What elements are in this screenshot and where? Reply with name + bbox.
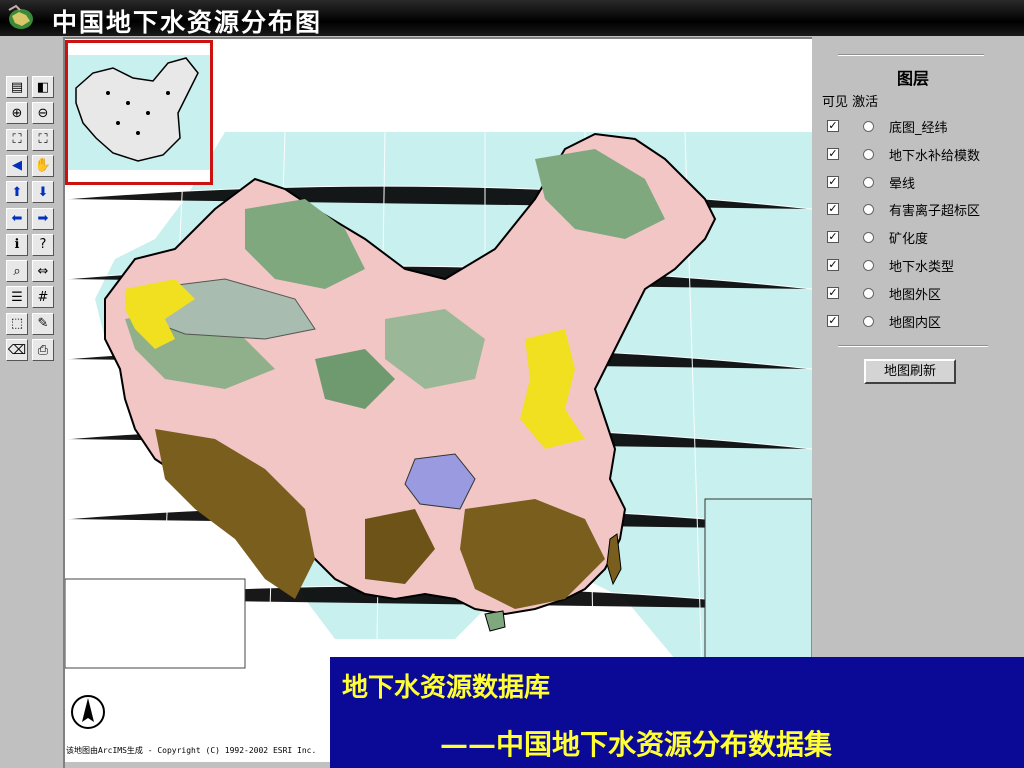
query-icon: ? <box>39 237 47 253</box>
pan-north-icon: ⬆ <box>11 184 23 200</box>
select-rect-button[interactable]: ⬚ <box>6 312 28 335</box>
zoom-full-icon: ⛶ <box>12 132 22 148</box>
layer-label: 矿化度 <box>889 232 929 248</box>
window-title: 中国地下水资源分布图 <box>52 8 323 37</box>
column-visible: 可见 <box>822 95 849 110</box>
grid-button[interactable]: # <box>32 286 54 309</box>
pan-east-icon: ➡ <box>37 211 49 226</box>
pan-south-icon: ⬇ <box>37 184 49 200</box>
layers-panel: 图层 可见 激活 ✓ 底图_经纬 ✓ 地下水补给模数 ✓ 晕线 ✓ 有害离子超标区 ✓ 矿化度 ✓ 地… <box>814 37 1024 657</box>
caption-box: 地下水资源数据库 ——中国地下水资源分布数据集 <box>330 657 1024 768</box>
legend-toggle-button[interactable]: ▤ <box>6 76 28 98</box>
layer-active-radio[interactable] <box>863 176 874 188</box>
pan-north-button[interactable]: ⬆ <box>6 181 28 204</box>
pan-hand-icon: ✋ <box>34 158 52 174</box>
pan-east-button[interactable]: ➡ <box>32 207 54 230</box>
legend-toggle-icon: ▤ <box>10 79 24 95</box>
back-extent-button[interactable]: ◀ <box>6 154 28 177</box>
layer-label: 晕线 <box>889 176 916 192</box>
measure-button[interactable]: ⇔ <box>32 260 54 283</box>
layer-active-radio[interactable] <box>863 121 874 132</box>
north-arrow-icon <box>71 695 105 729</box>
identify-button[interactable]: ℹ <box>6 233 28 256</box>
overview-canvas <box>68 43 210 182</box>
clear-selection-icon: ⌫ <box>7 342 27 358</box>
buffer-button[interactable]: ☰ <box>6 286 28 309</box>
caption-title: 地下水资源数据库 <box>342 673 551 703</box>
clear-selection-button[interactable]: ⌫ <box>6 339 28 361</box>
layer-visible-checkbox[interactable]: ✓ <box>827 314 839 327</box>
zoom-out-button[interactable]: ⊖ <box>32 102 54 125</box>
zoom-active-button[interactable]: ⛶ <box>32 128 54 151</box>
layer-label: 地图内区 <box>889 315 942 331</box>
pan-west-icon: ⬅ <box>11 211 23 226</box>
layer-visible-checkbox[interactable]: ✓ <box>827 231 839 244</box>
zoom-full-button[interactable]: ⛶ <box>6 128 28 151</box>
map-blank-area <box>65 578 246 669</box>
measure-icon: ⇔ <box>37 263 49 279</box>
layer-label: 地下水类型 <box>889 260 955 275</box>
south-sea-inset <box>704 498 812 660</box>
refresh-map-button[interactable]: 地图刷新 <box>864 359 956 384</box>
find-button[interactable]: ⌕ <box>6 260 28 283</box>
globe-logo-icon <box>8 4 33 29</box>
layer-active-radio[interactable] <box>863 232 874 244</box>
select-point-button[interactable]: ✎ <box>32 312 54 335</box>
layer-active-radio[interactable] <box>863 260 874 271</box>
layer-label: 有害离子超标区 <box>889 204 981 220</box>
identify-icon: ℹ <box>14 237 20 253</box>
pan-south-button[interactable]: ⬇ <box>32 181 54 204</box>
print-button[interactable]: ⎙ <box>32 339 54 361</box>
pan-west-button[interactable]: ⬅ <box>6 207 28 230</box>
pan-hand-button[interactable]: ✋ <box>32 154 54 177</box>
overview-map[interactable] <box>65 40 213 185</box>
layer-visible-checkbox[interactable]: ✓ <box>827 175 839 188</box>
layer-visible-checkbox[interactable]: ✓ <box>827 286 839 299</box>
divider <box>838 54 984 56</box>
layer-visible-checkbox[interactable]: ✓ <box>827 120 839 132</box>
find-icon: ⌕ <box>13 263 21 279</box>
grid-icon: # <box>37 289 49 305</box>
layer-active-radio[interactable] <box>863 148 874 160</box>
zoom-active-icon: ⛶ <box>38 132 48 148</box>
caption-subtitle: ——中国地下水资源分布数据集 <box>440 728 833 761</box>
layer-active-radio[interactable] <box>863 204 874 216</box>
layer-label: 底图_经纬 <box>889 121 948 136</box>
layers-column-headers: 可见 激活 <box>822 91 878 110</box>
zoom-in-icon: ⊕ <box>11 105 23 121</box>
toolbar: ▤ ◧ ⊕ ⊖ ⛶ ⛶ ◀ ✋ ⬆ ⬇ ⬅ ➡ ℹ? ⌕ ⇔ ☰ # ⬚ ✎ ⌫ ⎙ <box>0 36 62 768</box>
zoom-out-icon: ⊖ <box>37 105 49 121</box>
layer-active-radio[interactable] <box>863 315 874 327</box>
select-point-icon: ✎ <box>37 316 49 332</box>
title-bar: 中国地下水资源分布图 <box>0 0 1024 37</box>
print-icon: ⎙ <box>37 342 49 358</box>
buffer-icon: ☰ <box>11 289 23 305</box>
layer-label: 地图外区 <box>889 287 942 303</box>
back-extent-icon: ◀ <box>12 158 22 174</box>
layer-visible-checkbox[interactable]: ✓ <box>827 147 839 160</box>
zoom-in-button[interactable]: ⊕ <box>6 102 28 125</box>
layer-active-radio[interactable] <box>863 287 874 299</box>
query-button[interactable]: ? <box>32 233 54 256</box>
layer-visible-checkbox[interactable]: ✓ <box>827 203 839 216</box>
overview-toggle-icon: ◧ <box>36 79 50 95</box>
layer-label: 地下水补给模数 <box>889 148 981 164</box>
select-rect-icon: ⬚ <box>10 316 24 332</box>
divider <box>838 345 988 347</box>
map-credit: 该地图由ArcIMS生成 - Copyright (C) 1992-2002 E… <box>66 746 317 755</box>
overview-toggle-button[interactable]: ◧ <box>32 76 54 98</box>
status-strip <box>65 762 330 768</box>
column-active: 激活 <box>852 95 879 110</box>
layer-visible-checkbox[interactable]: ✓ <box>827 259 839 271</box>
layers-title: 图层 <box>896 69 929 88</box>
